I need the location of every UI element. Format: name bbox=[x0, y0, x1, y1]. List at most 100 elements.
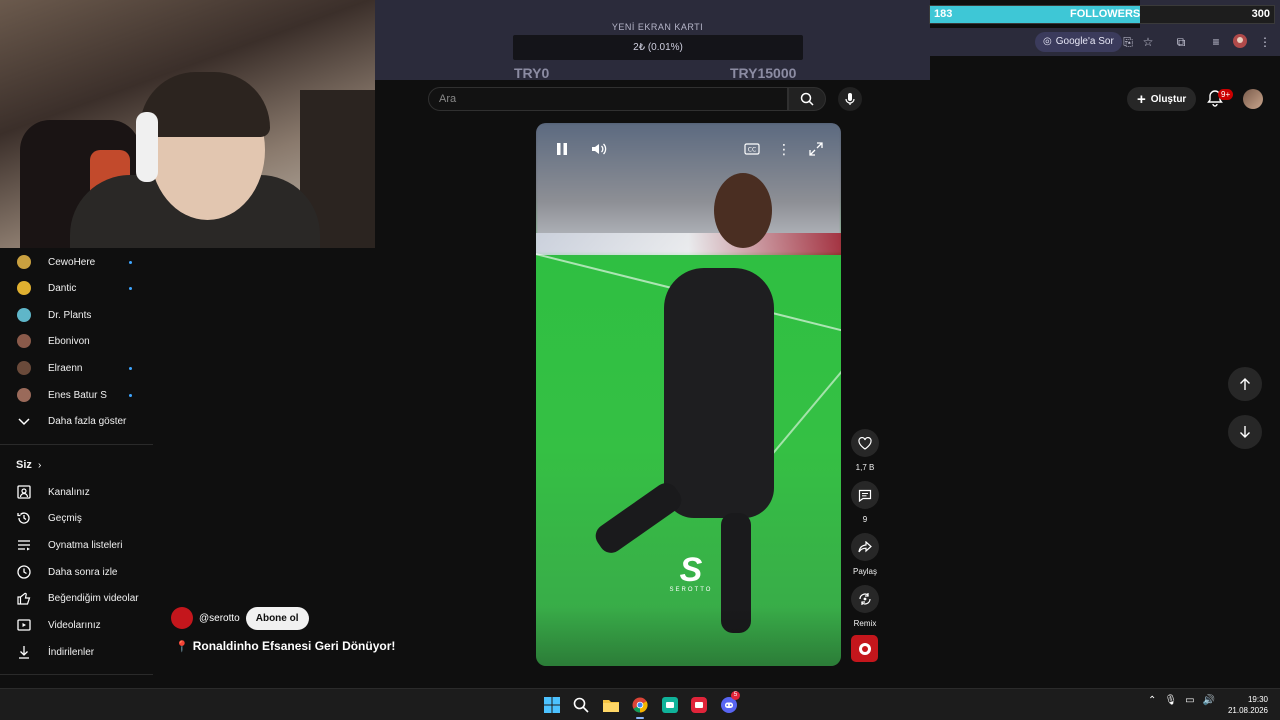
captions-icon: CC bbox=[744, 143, 760, 155]
watermark-logo: S bbox=[679, 551, 703, 589]
plus-icon: + bbox=[1137, 90, 1146, 108]
liked-videos-icon bbox=[17, 592, 31, 605]
followers-count: 183 bbox=[934, 8, 953, 20]
video-watermark: S SEROTTO bbox=[656, 553, 726, 593]
sidebar-item-playlists[interactable]: Oynatma listeleri bbox=[0, 532, 153, 558]
fullscreen-button[interactable] bbox=[806, 139, 826, 159]
search-icon bbox=[573, 697, 589, 713]
previous-short-button[interactable] bbox=[1228, 367, 1262, 401]
subscribe-button[interactable]: Abone ol bbox=[245, 606, 309, 630]
start-button[interactable] bbox=[542, 695, 562, 715]
comment-count: 9 bbox=[862, 515, 868, 524]
sidebar-subscription-item[interactable]: Dantic bbox=[0, 275, 153, 301]
remix-label: Remix bbox=[853, 619, 877, 628]
sidebar-item-downloads[interactable]: İndirilenler bbox=[0, 639, 153, 665]
next-short-button[interactable] bbox=[1228, 415, 1262, 449]
chrome-button[interactable] bbox=[630, 695, 650, 715]
file-explorer-button[interactable] bbox=[601, 695, 621, 715]
extensions-icon[interactable]: ⧉ bbox=[1173, 34, 1189, 50]
create-button[interactable]: + Oluştur bbox=[1127, 87, 1197, 111]
recording-app-button[interactable] bbox=[689, 695, 709, 715]
video-player-head bbox=[714, 173, 772, 248]
goal-min: TRY0 bbox=[514, 65, 550, 81]
sidebar-show-more[interactable]: Daha fazla göster bbox=[0, 408, 153, 434]
sidebar-subscription-item[interactable]: Dr. Plants bbox=[0, 302, 153, 328]
remix-action[interactable]: Remix bbox=[850, 585, 880, 628]
bookmark-star-icon[interactable]: ☆ bbox=[1140, 34, 1156, 50]
sidebar-divider bbox=[0, 444, 153, 445]
discord-button[interactable]: 5 bbox=[719, 691, 740, 715]
channel-handle[interactable]: @serotto bbox=[199, 613, 240, 624]
chevron-down-icon bbox=[18, 418, 30, 426]
sidebar-item-label: Daha sonra izle bbox=[48, 566, 118, 578]
video-ad-board bbox=[536, 233, 841, 255]
chat-app-button[interactable] bbox=[660, 695, 680, 715]
sidebar-item-channel[interactable]: Kanalınız bbox=[0, 479, 153, 505]
video-title[interactable]: 📍 Ronaldinho Efsanesi Geri Dönüyor! bbox=[175, 639, 395, 653]
captions-button[interactable]: CC bbox=[742, 139, 762, 159]
share-label: Paylaş bbox=[852, 567, 877, 576]
remix-icon bbox=[859, 593, 871, 605]
sidebar-subscription-item[interactable]: Ebonivon bbox=[0, 328, 153, 354]
webcam-overlay bbox=[0, 0, 375, 248]
share-action[interactable]: Paylaş bbox=[850, 533, 880, 576]
channel-avatar bbox=[17, 255, 31, 269]
clock-time: 19:30 bbox=[1247, 695, 1268, 704]
sidebar-you-header[interactable]: Siz › bbox=[0, 452, 153, 478]
speaker-icon[interactable]: 🔊 bbox=[1203, 695, 1215, 706]
show-more-label: Daha fazla göster bbox=[48, 415, 127, 427]
subscription-label: Enes Batur S bbox=[48, 389, 107, 401]
new-content-dot bbox=[129, 366, 132, 370]
video-bottom-shade bbox=[536, 606, 841, 666]
comment-button[interactable] bbox=[851, 481, 879, 509]
sidebar-item-liked-videos[interactable]: Beğendiğim videolar bbox=[0, 585, 153, 611]
channel-avatar bbox=[17, 334, 31, 348]
search-button[interactable] bbox=[788, 87, 826, 111]
sidebar-item-your-videos[interactable]: Videolarınız bbox=[0, 612, 153, 638]
subscription-label: Dr. Plants bbox=[48, 309, 92, 321]
clock-date: 21.08.2026 bbox=[1227, 706, 1268, 715]
create-label: Oluştur bbox=[1150, 93, 1187, 105]
account-avatar[interactable] bbox=[1243, 89, 1263, 109]
system-clock[interactable]: 19:30 21.08.2026 bbox=[1224, 694, 1268, 716]
youtube-masthead: + Oluştur 9+ bbox=[375, 80, 1280, 120]
install-app-icon[interactable]: ⎘ bbox=[1120, 34, 1136, 50]
shorts-video-player[interactable]: S SEROTTO CC ⋮ bbox=[536, 123, 841, 666]
share-button[interactable] bbox=[851, 533, 879, 561]
like-action[interactable]: 1,7 B bbox=[850, 429, 880, 472]
goal-max: TRY15000 bbox=[730, 65, 797, 81]
like-button[interactable] bbox=[851, 429, 879, 457]
sidebar-item-history[interactable]: Geçmiş bbox=[0, 505, 153, 531]
sidebar-subscription-item[interactable]: Enes Batur S bbox=[0, 382, 153, 408]
network-icon[interactable]: ▭ bbox=[1185, 695, 1194, 706]
profile-icon[interactable] bbox=[1232, 34, 1248, 50]
remix-button[interactable] bbox=[851, 585, 879, 613]
microphone-tray-icon[interactable]: 🎙 bbox=[1164, 695, 1177, 706]
ask-google-button[interactable]: ◎ Google'a Sor bbox=[1035, 32, 1122, 52]
taskbar-search-button[interactable] bbox=[571, 695, 591, 715]
sidebar-item-watch-later[interactable]: Daha sonra izle bbox=[0, 559, 153, 585]
followers-goal-overlay: 183 FOLLOWERS 300 bbox=[929, 5, 1275, 24]
more-vert-icon[interactable]: ⋮ bbox=[1257, 34, 1273, 50]
pause-button[interactable] bbox=[552, 139, 572, 159]
volume-button[interactable] bbox=[589, 139, 609, 159]
chevron-right-icon: › bbox=[38, 459, 42, 471]
channel-avatar bbox=[17, 388, 31, 402]
windows-logo-icon bbox=[544, 697, 560, 713]
your-videos-icon bbox=[17, 619, 31, 631]
channel-logo-icon bbox=[858, 642, 871, 655]
channel-avatar[interactable] bbox=[171, 607, 193, 629]
voice-search-button[interactable] bbox=[838, 87, 862, 111]
sidebar-subscription-item[interactable]: Elraenn bbox=[0, 355, 153, 381]
search-input[interactable] bbox=[439, 88, 769, 110]
chevron-up-icon[interactable]: ⌃ bbox=[1148, 695, 1156, 706]
sidebar-subscription-item[interactable]: CewoHere bbox=[0, 249, 153, 275]
channel-thumbnail[interactable] bbox=[851, 635, 878, 662]
subscription-label: CewoHere bbox=[48, 256, 96, 268]
comment-action[interactable]: 9 bbox=[850, 481, 880, 524]
downloads-icon bbox=[19, 646, 29, 659]
media-controls-icon[interactable]: ≡ bbox=[1208, 34, 1224, 50]
channel-row: @serotto Abone ol bbox=[171, 606, 309, 630]
more-options-button[interactable]: ⋮ bbox=[774, 139, 794, 159]
subscription-label: Dantic bbox=[48, 282, 77, 294]
